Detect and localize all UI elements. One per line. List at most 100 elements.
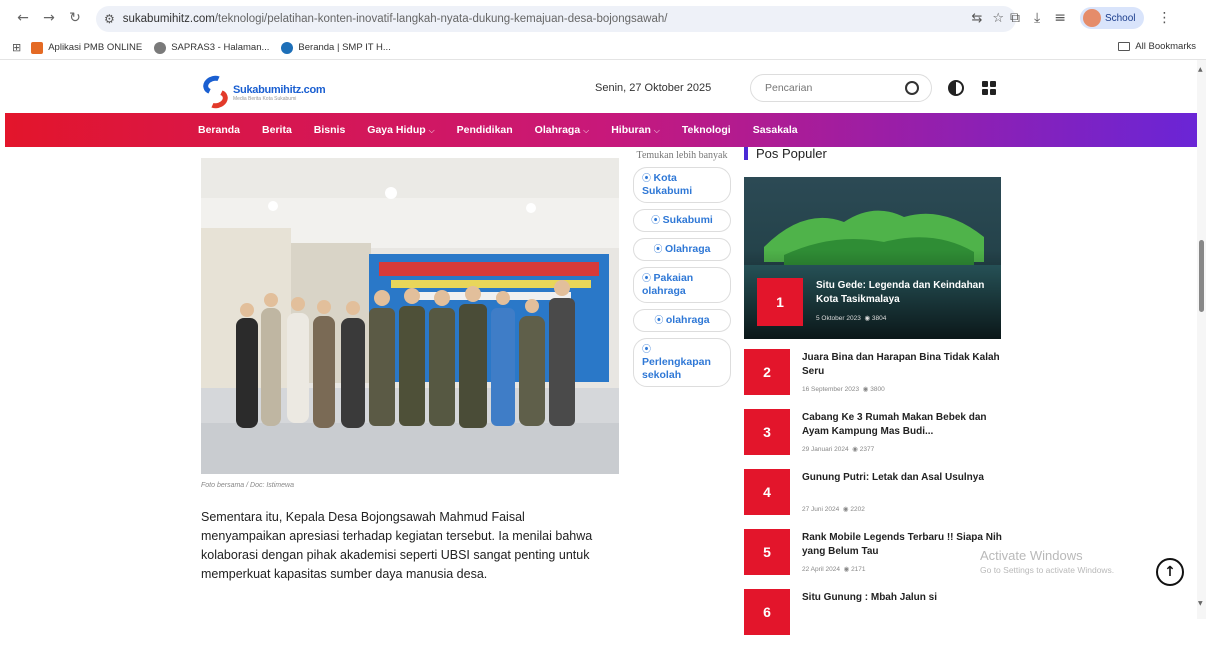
- nav-item-olahraga[interactable]: Olahraga ⌵: [535, 124, 590, 136]
- address-bar[interactable]: ⚙ sukabumihitz.com/teknologi/pelatihan-k…: [96, 6, 1016, 32]
- nav-item-pendidikan[interactable]: Pendidikan: [457, 124, 513, 136]
- rank-badge: 2: [744, 349, 790, 395]
- rank-badge: 6: [744, 589, 790, 635]
- post-meta: 27 Juni 2024 ◉ 2202: [802, 506, 865, 513]
- dark-mode-toggle-icon[interactable]: [948, 80, 964, 96]
- heading-accent: [744, 147, 748, 160]
- list-item[interactable]: 2 Juara Bina dan Harapan Bina Tidak Kala…: [744, 349, 1004, 409]
- reload-icon[interactable]: ↻: [64, 7, 86, 29]
- eye-icon: ◉: [842, 506, 849, 513]
- rank-badge: 5: [744, 529, 790, 575]
- tags-heading: Temukan lebih banyak: [636, 150, 728, 161]
- eye-icon: ◉: [843, 566, 850, 573]
- scroll-down-icon[interactable]: ▼: [1198, 600, 1203, 607]
- nav-item-bisnis[interactable]: Bisnis: [314, 124, 346, 136]
- search-input[interactable]: [765, 82, 895, 94]
- chevron-down-icon: ⌵: [653, 126, 660, 135]
- post-meta: 22 April 2024 ◉ 2171: [802, 566, 866, 573]
- site-logo[interactable]: Sukabumihitz.com Media Berita Kota Sukab…: [200, 72, 326, 112]
- bookmarks-bar: ⊞ Aplikasi PMB ONLINE SAPRAS3 - Halaman.…: [0, 36, 1206, 60]
- logo-s-icon: [200, 72, 231, 112]
- avatar: [1082, 9, 1101, 27]
- nav-item-gaya-hidup[interactable]: Gaya Hidup ⌵: [367, 124, 434, 136]
- bookmark-star-icon[interactable]: ☆: [992, 11, 1004, 26]
- tag-icon: ⦿: [642, 344, 652, 354]
- scroll-to-top-button[interactable]: ↑: [1156, 558, 1184, 586]
- page-scrollbar[interactable]: ▲ ▼: [1197, 60, 1206, 619]
- nav-item-berita[interactable]: Berita: [262, 124, 292, 136]
- all-bookmarks-button[interactable]: All Bookmarks: [1118, 41, 1196, 52]
- tag-link[interactable]: ⦿ olahraga: [633, 309, 731, 332]
- main-nav: Beranda Berita Bisnis Gaya Hidup ⌵ Pendi…: [5, 113, 1198, 147]
- scrollbar-thumb[interactable]: [1199, 240, 1204, 312]
- list-item[interactable]: 6 Situ Gunung : Mbah Jalun si: [744, 589, 1004, 649]
- post-meta: 29 Januari 2024 ◉ 2377: [802, 446, 875, 453]
- bookmark-favicon-icon: [31, 41, 44, 54]
- forward-icon[interactable]: →: [38, 7, 60, 29]
- site-info-icon[interactable]: ⚙: [104, 12, 115, 26]
- bookmark-item[interactable]: Beranda | SMP IT H...: [281, 41, 391, 54]
- article-paragraph: Sementara itu, Kepala Desa Bojongsawah M…: [201, 510, 593, 581]
- chevron-down-icon: ⌵: [583, 126, 590, 135]
- tag-link[interactable]: ⦿ Pakaian olahraga: [633, 267, 731, 303]
- menu-icon[interactable]: ⋮: [1158, 10, 1172, 26]
- post-title[interactable]: Gunung Putri: Letak dan Asal Usulnya: [802, 471, 1002, 485]
- post-title[interactable]: Juara Bina dan Harapan Bina Tidak Kalah …: [802, 351, 1002, 379]
- extensions-icon[interactable]: ⧉: [1010, 10, 1020, 26]
- tag-link[interactable]: ⦿ Perlengkapan sekolah: [633, 338, 731, 387]
- bookmark-item[interactable]: Aplikasi PMB ONLINE: [31, 41, 142, 54]
- eye-icon: ◉: [864, 315, 871, 322]
- nav-item-teknologi[interactable]: Teknologi: [682, 124, 731, 136]
- header-date: Senin, 27 Oktober 2025: [595, 82, 712, 94]
- menu-grid-icon[interactable]: [982, 81, 996, 95]
- tag-link[interactable]: ⦿ Kota Sukabumi: [633, 167, 731, 203]
- profile-button[interactable]: School: [1079, 7, 1144, 29]
- browser-toolbar: ← → ↻ ⚙ sukabumihitz.com/teknologi/pelat…: [0, 0, 1206, 36]
- post-title[interactable]: Cabang Ke 3 Rumah Makan Bebek dan Ayam K…: [802, 411, 1002, 439]
- popular-feature-card[interactable]: 1 Situ Gede: Legenda dan Keindahan Kota …: [744, 177, 1001, 339]
- arrow-up-icon: ↑: [1164, 564, 1176, 580]
- rank-badge: 4: [744, 469, 790, 515]
- feature-meta: 5 Oktober 2023 ◉ 3804: [816, 315, 887, 322]
- apps-icon[interactable]: ⊞: [12, 41, 21, 54]
- bookmark-favicon-icon: [281, 41, 294, 54]
- article-photo: [201, 158, 619, 474]
- folder-icon: [1118, 42, 1131, 51]
- nav-item-sasakala[interactable]: Sasakala: [753, 124, 798, 136]
- feature-title[interactable]: Situ Gede: Legenda dan Keindahan Kota Ta…: [816, 279, 991, 307]
- tag-link[interactable]: ⦿ Olahraga: [633, 238, 731, 261]
- post-title[interactable]: Situ Gunung : Mbah Jalun si: [802, 591, 1002, 605]
- tag-link[interactable]: ⦿ Sukabumi: [633, 209, 731, 232]
- tag-icon: ⦿: [642, 173, 654, 183]
- activate-windows-watermark: Activate Windows Go to Settings to activ…: [980, 548, 1115, 575]
- bookmark-favicon-icon: [154, 41, 167, 54]
- nav-item-beranda[interactable]: Beranda: [198, 124, 240, 136]
- list-item[interactable]: 4 Gunung Putri: Letak dan Asal Usulnya 2…: [744, 469, 1004, 529]
- tag-icon: ⦿: [654, 315, 666, 325]
- nav-item-hiburan[interactable]: Hiburan ⌵: [611, 124, 660, 136]
- group-photo-image: [201, 158, 619, 474]
- reading-list-icon[interactable]: ≡: [1054, 10, 1066, 26]
- tag-icon: ⦿: [642, 273, 654, 283]
- rank-badge: 3: [744, 409, 790, 455]
- post-title[interactable]: Rank Mobile Legends Terbaru !! Siapa Nih…: [802, 531, 1002, 559]
- site-header: Sukabumihitz.com Media Berita Kota Sukab…: [0, 60, 1206, 114]
- brand-tagline: Media Berita Kota Sukabumi: [233, 96, 297, 102]
- list-item[interactable]: 5 Rank Mobile Legends Terbaru !! Siapa N…: [744, 529, 1004, 589]
- search-box: [750, 74, 932, 102]
- back-icon[interactable]: ←: [12, 7, 34, 29]
- list-item[interactable]: 3 Cabang Ke 3 Rumah Makan Bebek dan Ayam…: [744, 409, 1004, 469]
- scroll-up-icon[interactable]: ▲: [1198, 66, 1203, 73]
- rank-badge: 1: [757, 278, 803, 326]
- post-meta: 16 September 2023 ◉ 3800: [802, 386, 885, 393]
- bookmark-item[interactable]: SAPRAS3 - Halaman...: [154, 41, 269, 54]
- search-icon[interactable]: [905, 81, 919, 95]
- tag-icon: ⦿: [653, 244, 665, 254]
- url-text: sukabumihitz.com/teknologi/pelatihan-kon…: [122, 13, 668, 25]
- download-icon[interactable]: ⤓: [1034, 10, 1040, 26]
- chevron-down-icon: ⌵: [428, 126, 435, 135]
- eye-icon: ◉: [862, 386, 869, 393]
- popular-heading: Pos Populer: [744, 146, 827, 161]
- translate-icon[interactable]: ⇆: [971, 11, 982, 26]
- photo-caption: Foto bersama / Doc: Istimewa: [201, 482, 294, 489]
